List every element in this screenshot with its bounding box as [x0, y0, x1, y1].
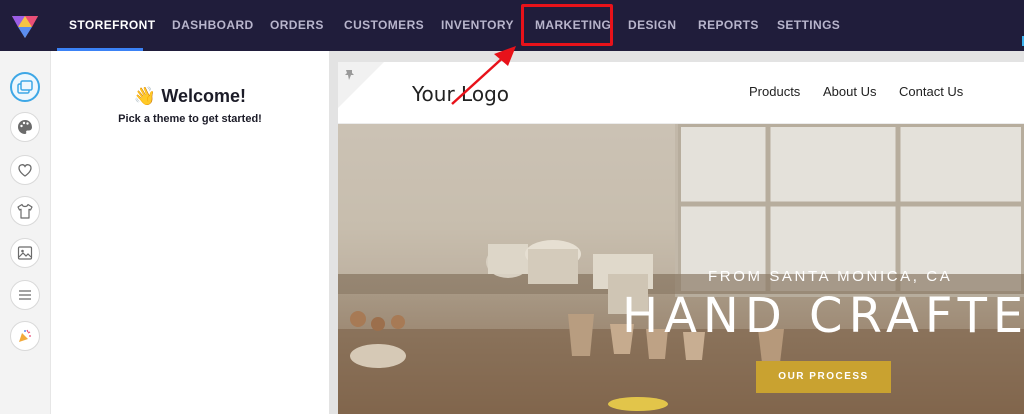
welcome-panel: 👋 Welcome! Pick a theme to get started!	[51, 51, 329, 414]
tshirt-icon[interactable]	[10, 196, 40, 226]
site-nav-products[interactable]: Products	[749, 84, 800, 99]
nav-dashboard[interactable]: DASHBOARD	[172, 0, 254, 51]
site-nav-contact[interactable]: Contact Us	[899, 84, 963, 99]
pin-icon[interactable]	[338, 62, 384, 108]
welcome-subtitle: Pick a theme to get started!	[118, 113, 262, 125]
our-process-button[interactable]: OUR PROCESS	[756, 361, 891, 393]
palette-icon[interactable]	[10, 112, 40, 142]
app-logo-icon[interactable]	[10, 10, 40, 40]
nav-reports[interactable]: REPORTS	[698, 0, 759, 51]
nav-inventory[interactable]: INVENTORY	[441, 0, 514, 51]
marketing-highlight-box	[521, 4, 613, 46]
sidebar-icon-rail	[0, 51, 51, 414]
nav-customers[interactable]: CUSTOMERS	[344, 0, 424, 51]
celebration-icon[interactable]	[10, 321, 40, 351]
menu-lines-icon[interactable]	[10, 280, 40, 310]
pages-icon[interactable]	[10, 72, 40, 102]
welcome-title-text: Welcome!	[161, 86, 247, 106]
top-nav-bar: STOREFRONT DASHBOARD ORDERS CUSTOMERS IN…	[0, 0, 1024, 51]
nav-settings[interactable]: SETTINGS	[777, 0, 840, 51]
site-nav-about[interactable]: About Us	[823, 84, 876, 99]
nav-design[interactable]: DESIGN	[628, 0, 676, 51]
site-logo-text[interactable]: Your Logo	[412, 82, 509, 106]
hero-title: HAND CRAFTED	[622, 288, 1024, 344]
nav-orders[interactable]: ORDERS	[270, 0, 324, 51]
nav-storefront[interactable]: STOREFRONT	[69, 0, 155, 51]
hero-subtitle: FROM SANTA MONICA, CA	[708, 268, 953, 285]
image-icon[interactable]	[10, 238, 40, 268]
waving-hand-icon: 👋	[133, 86, 157, 106]
heart-icon[interactable]	[10, 155, 40, 185]
welcome-heading: 👋 Welcome!	[51, 86, 329, 107]
